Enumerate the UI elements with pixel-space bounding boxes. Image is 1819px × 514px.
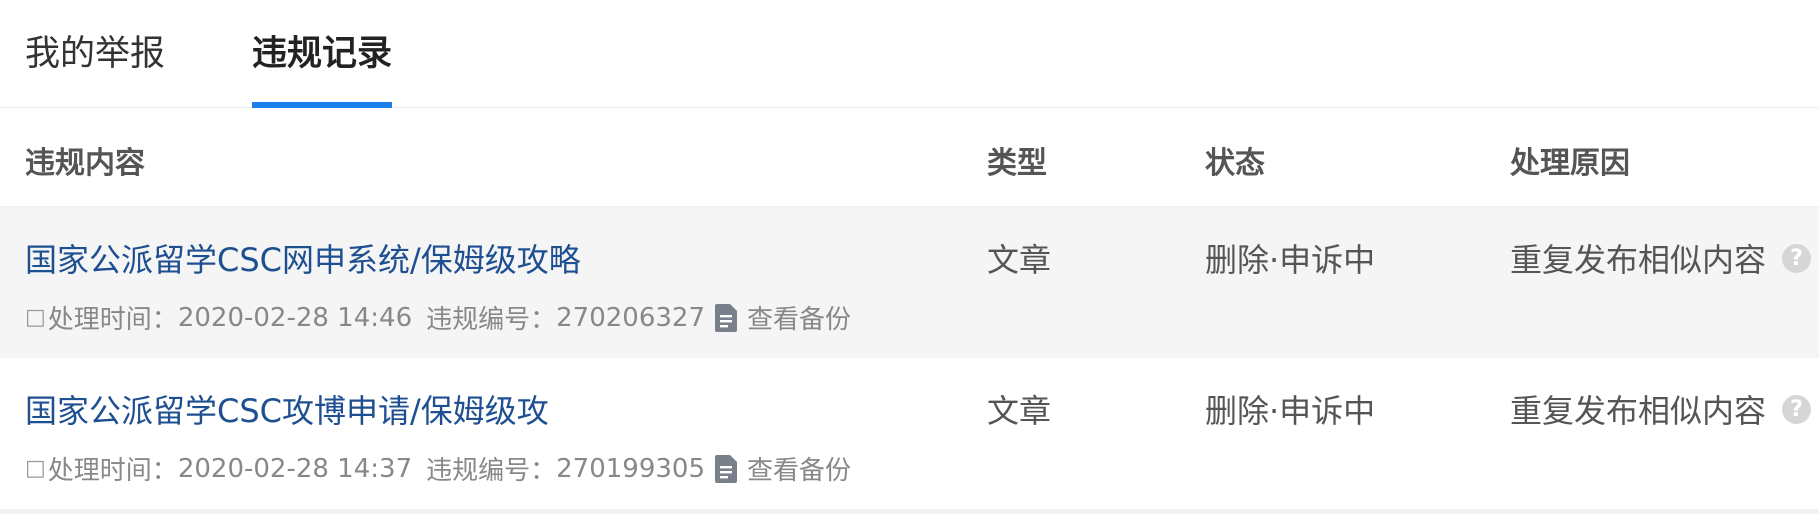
tab-violation-records[interactable]: 违规记录 [252,32,392,76]
process-time-value: 2020-02-28 14:46 [177,302,413,333]
document-icon[interactable] [715,454,739,483]
view-backup-link[interactable]: 查看备份 [747,450,851,487]
reason-cell: 重复发布相似内容 ? [1510,386,1812,432]
status-cell: 删除·申诉中 [1205,392,1376,430]
header-content: 违规内容 [25,146,145,181]
header-reason: 处理原因 [1510,146,1630,181]
tab-my-reports[interactable]: 我的举报 [25,32,165,76]
violation-id-label: 违规编号： [426,456,557,486]
reason-text: 重复发布相似内容 [1510,392,1767,430]
status-cell: 删除·申诉中 [1205,241,1376,279]
article-title-link[interactable]: 国家公派留学CSC攻博申请/保姆级攻 [25,386,549,432]
process-time-value: 2020-02-28 14:37 [177,453,413,484]
help-icon[interactable]: ? [1782,394,1812,424]
table-row: 国家公派留学CSC攻博申请/保姆级攻 □ 处理时间： 2020-02-28 14… [0,358,1819,514]
tab-bar: 我的举报 违规记录 [0,0,1819,108]
reason-text: 重复发布相似内容 [1510,241,1767,279]
table-header: 违规内容 类型 状态 处理原因 [0,108,1819,207]
violation-id-label: 违规编号： [426,305,557,335]
process-time-label: 处理时间： [47,456,178,486]
view-backup-link[interactable]: 查看备份 [747,299,851,336]
checkbox-glyph: □ [25,456,46,481]
header-status: 状态 [1205,146,1265,181]
article-title-link[interactable]: 国家公派留学CSC网申系统/保姆级攻略 [25,235,581,281]
document-icon[interactable] [715,303,739,332]
type-cell: 文章 [987,392,1052,430]
violation-id-value: 270206327 [556,302,706,333]
header-type: 类型 [987,146,1047,181]
violation-id-value: 270199305 [556,453,706,484]
checkbox-glyph: □ [25,305,46,330]
type-cell: 文章 [987,241,1052,279]
violation-records-page: 我的举报 违规记录 违规内容 类型 状态 处理原因 国家公派留学CSC网申系统/… [0,0,1819,514]
table-row: 国家公派留学CSC网申系统/保姆级攻略 □ 处理时间： 2020-02-28 1… [0,207,1819,358]
reason-cell: 重复发布相似内容 ? [1510,235,1812,281]
process-time-label: 处理时间： [47,305,178,335]
row-meta: □ 处理时间： 2020-02-28 14:46 违规编号： 270206327… [25,299,851,336]
help-icon[interactable]: ? [1782,243,1812,273]
row-meta: □ 处理时间： 2020-02-28 14:37 违规编号： 270199305… [25,450,851,487]
